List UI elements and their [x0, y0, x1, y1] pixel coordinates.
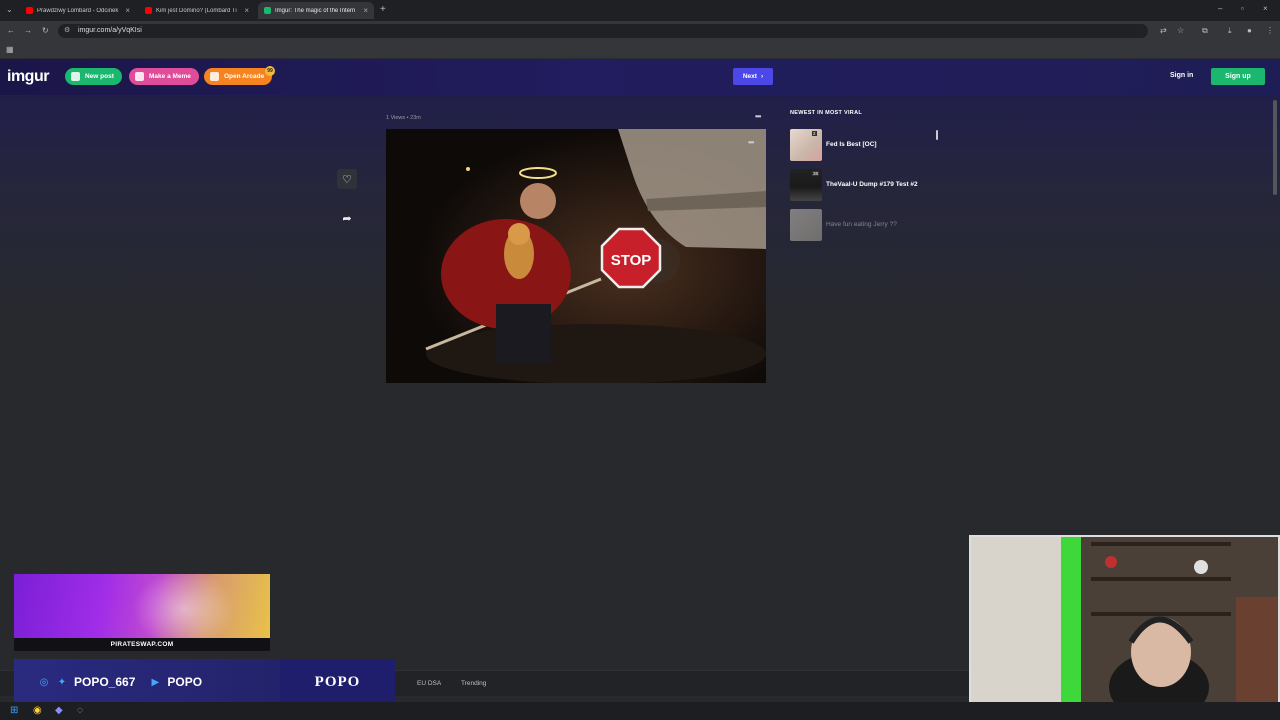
- os-taskbar: ⊞ ◉ ◆ ◌: [0, 702, 1280, 720]
- image-options-icon[interactable]: •••: [748, 138, 754, 147]
- sidebar-post[interactable]: 2 Fed Is Best [OC]: [790, 129, 940, 161]
- make-meme-label: Make a Meme: [149, 73, 191, 80]
- tab-title: Imgur: The magic of the Intern: [275, 7, 356, 14]
- browser-tab-bar: ⌄ Prawdziwy Lombard - Odcinek × Kim jest…: [0, 0, 1280, 21]
- social-handle: POPO_667: [74, 675, 136, 689]
- post-thumbnail: [790, 209, 822, 241]
- close-tab-icon[interactable]: ×: [125, 6, 130, 15]
- open-arcade-label: Open Arcade: [224, 73, 265, 80]
- share-arrow-icon[interactable]: ➦: [337, 208, 357, 228]
- tab-title: Kim jest Domino? (Lombard Ti: [156, 7, 237, 14]
- instagram-icon: ◎: [39, 676, 49, 688]
- favorite-heart-icon[interactable]: ♡: [337, 169, 357, 189]
- youtube-favicon-icon: [26, 7, 33, 14]
- downloads-icon[interactable]: ⤓: [1228, 26, 1232, 36]
- profile-icon[interactable]: ●: [1247, 26, 1252, 35]
- twitter-icon: ✦: [57, 676, 67, 688]
- tab-title: Prawdziwy Lombard - Odcinek: [37, 7, 119, 14]
- webcam-feed: [969, 535, 1280, 712]
- extensions-icon[interactable]: ⧉: [1202, 26, 1208, 36]
- stop-sign-photo-icon: STOP: [386, 129, 766, 383]
- youtube-favicon-icon: [145, 7, 152, 14]
- browser-tab-1[interactable]: Prawdziwy Lombard - Odcinek ×: [20, 2, 136, 19]
- image-count-badge: 38: [812, 171, 820, 176]
- imgur-logo[interactable]: imgur: [7, 68, 49, 86]
- footer-link-eu-dsa[interactable]: EU DSA: [417, 680, 441, 687]
- site-info-icon[interactable]: ⚙: [64, 24, 70, 38]
- svg-text:STOP: STOP: [611, 252, 652, 269]
- bookmarks-bar: ▦: [0, 41, 1280, 59]
- sidebar-scroll-indicator[interactable]: [936, 130, 938, 140]
- youtube-icon: ▶: [151, 676, 160, 688]
- gamepad-icon: [210, 72, 219, 81]
- obs-taskbar-icon[interactable]: ◌: [77, 705, 83, 716]
- sidebar-title: NEWEST IN MOST VIRAL: [790, 110, 862, 116]
- sidebar-post-title: Have fun eating Jerry ??: [826, 221, 897, 228]
- next-post-button[interactable]: Next ›: [733, 68, 773, 85]
- sponsor-banner: PIRATESWAP.COM: [14, 574, 270, 651]
- chrome-taskbar-icon[interactable]: ◉: [33, 705, 42, 716]
- arcade-badge: 99: [265, 66, 275, 76]
- open-arcade-button[interactable]: Open Arcade: [204, 68, 273, 85]
- restore-icon[interactable]: ▫: [1241, 4, 1244, 13]
- youtube-handle: POPO: [167, 675, 203, 689]
- back-icon[interactable]: ←: [7, 26, 15, 35]
- menu-icon[interactable]: ⋮: [1266, 26, 1274, 35]
- windows-start-icon[interactable]: ⊞: [10, 705, 18, 716]
- sign-up-button[interactable]: Sign up: [1211, 68, 1265, 85]
- meme-icon: [135, 72, 144, 81]
- new-post-button[interactable]: New post: [65, 68, 122, 85]
- close-tab-icon[interactable]: ×: [363, 6, 368, 15]
- chevron-right-icon: ›: [760, 73, 764, 80]
- browser-tab-3[interactable]: Imgur: The magic of the Intern ×: [258, 2, 374, 19]
- make-meme-button[interactable]: Make a Meme: [129, 68, 199, 85]
- sidebar-post-title: Fed Is Best [OC]: [826, 141, 877, 148]
- page-scrollbar[interactable]: [1273, 100, 1277, 195]
- minimize-icon[interactable]: –: [1218, 4, 1222, 13]
- discord-taskbar-icon[interactable]: ◆: [55, 705, 63, 716]
- imgur-favicon-icon: [264, 7, 271, 14]
- new-post-label: New post: [85, 73, 114, 80]
- webcam-person-icon: [971, 537, 1278, 710]
- social-row: ◎ ✦ POPO_667 ▶ POPO: [14, 659, 280, 705]
- footer-link-trending[interactable]: Trending: [461, 680, 486, 687]
- sidebar-post[interactable]: Have fun eating Jerry ??: [790, 209, 940, 241]
- next-label: Next: [742, 73, 757, 80]
- plus-icon: [71, 72, 80, 81]
- url-text: imgur.com/a/yVqKIsi: [78, 27, 142, 34]
- browser-tab-2[interactable]: Kim jest Domino? (Lombard Ti ×: [139, 2, 255, 19]
- sponsor-art: [14, 574, 270, 651]
- social-overlay: ◎ ✦ POPO_667 ▶ POPO POPO: [14, 659, 395, 705]
- sponsor-caption: PIRATESWAP.COM: [14, 638, 270, 651]
- sidebar-post[interactable]: 38 TheVaal-U Dump #179 Test #2: [790, 169, 940, 201]
- sign-in-link[interactable]: Sign in: [1170, 72, 1193, 79]
- image-count-badge: 2: [812, 131, 817, 136]
- streamer-brand: POPO: [280, 659, 395, 705]
- apps-icon[interactable]: ▦: [6, 45, 14, 54]
- translate-icon[interactable]: ⇄: [1160, 26, 1167, 35]
- post-thumbnail: [790, 129, 822, 161]
- reload-icon[interactable]: ↻: [42, 26, 49, 35]
- post-image[interactable]: STOP: [386, 129, 766, 383]
- bookmark-star-icon[interactable]: ☆: [1177, 26, 1184, 35]
- post-options-icon[interactable]: •••: [755, 112, 761, 121]
- url-input[interactable]: ⚙ imgur.com/a/yVqKIsi: [58, 24, 1148, 38]
- sidebar-post-title: TheVaal-U Dump #179 Test #2: [826, 181, 918, 188]
- close-tab-icon[interactable]: ×: [244, 6, 249, 15]
- new-tab-icon[interactable]: +: [380, 4, 386, 15]
- address-bar: ← → ↻ ⚙ imgur.com/a/yVqKIsi ⇄ ☆ ⧉ ⤓ ● ⋮: [0, 21, 1280, 41]
- close-window-icon[interactable]: ×: [1263, 4, 1268, 13]
- post-meta: 1 Views • 23m: [386, 115, 421, 121]
- forward-icon[interactable]: →: [24, 26, 32, 35]
- tab-search-icon[interactable]: ⌄: [6, 5, 13, 14]
